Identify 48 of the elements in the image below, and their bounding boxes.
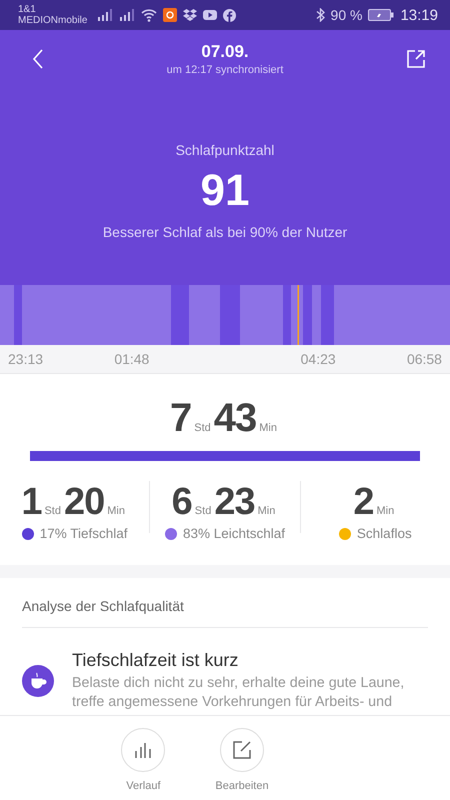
minutes-value: 20 [64,481,104,524]
minutes-value: 2 [353,481,374,524]
stage-label: 17% Tiefschlaf [40,526,128,541]
carrier-name: MEDIONmobile [18,15,88,26]
wifi-icon [141,8,158,22]
back-icon [32,49,44,69]
score-comparison: Besserer Schlaf als bei 90% der Nutzer [102,224,348,240]
carrier-name: 1&1 [18,4,37,15]
edit-icon [233,741,251,759]
minutes-unit: Min [107,505,125,517]
hours-unit: Std [194,505,212,517]
time-tick: 06:58 [406,351,442,367]
hours-value: 6 [172,481,192,524]
edit-button[interactable]: Bearbeiten [215,728,269,800]
signal-icon [119,9,136,21]
hours-value: 7 [170,396,192,441]
hours-unit: Std [194,422,211,434]
bluetooth-icon [316,8,325,22]
bar-chart-icon [134,742,152,758]
stage-label: 83% Leichtschlaf [182,526,286,541]
time-tick: 23:13 [8,351,44,367]
stage-label: Schlaflos [356,526,412,541]
sync-time: um 12:17 synchronisiert [166,64,284,76]
cup-icon [22,665,54,697]
minutes-unit: Min [258,505,276,517]
battery-percent: 90 % [330,7,362,23]
score-label: Schlafpunktzahl [176,142,274,158]
hours-value: 1 [21,481,42,524]
date-title: 07.09. [201,42,249,62]
time-tick: 04:23 [300,351,336,367]
app-icon [163,8,178,22]
minutes-value: 43 [214,396,256,441]
dropbox-icon [183,9,198,21]
minutes-unit: Min [259,422,277,434]
tip-text: Belaste dich nicht zu sehr, erhalte deine gute Laune, treffe angemessene Vorkehrungen für Arbeits- und [72,674,406,712]
clock-time: 13:19 [400,6,438,24]
circle-f-icon [223,8,236,22]
hours-unit: Std [44,505,61,517]
signal-icon [97,9,114,21]
time-tick: 01:48 [114,351,150,367]
minutes-value: 23 [214,481,255,524]
share-icon [406,49,426,69]
sleep-score: 91 [200,166,250,216]
battery-icon [368,9,394,21]
section-title: Analyse der Schlafqualität [22,578,428,628]
minutes-unit: Min [376,505,394,517]
play-icon [203,10,218,20]
tip-heading: Tiefschlafzeit ist kurz [72,650,240,671]
